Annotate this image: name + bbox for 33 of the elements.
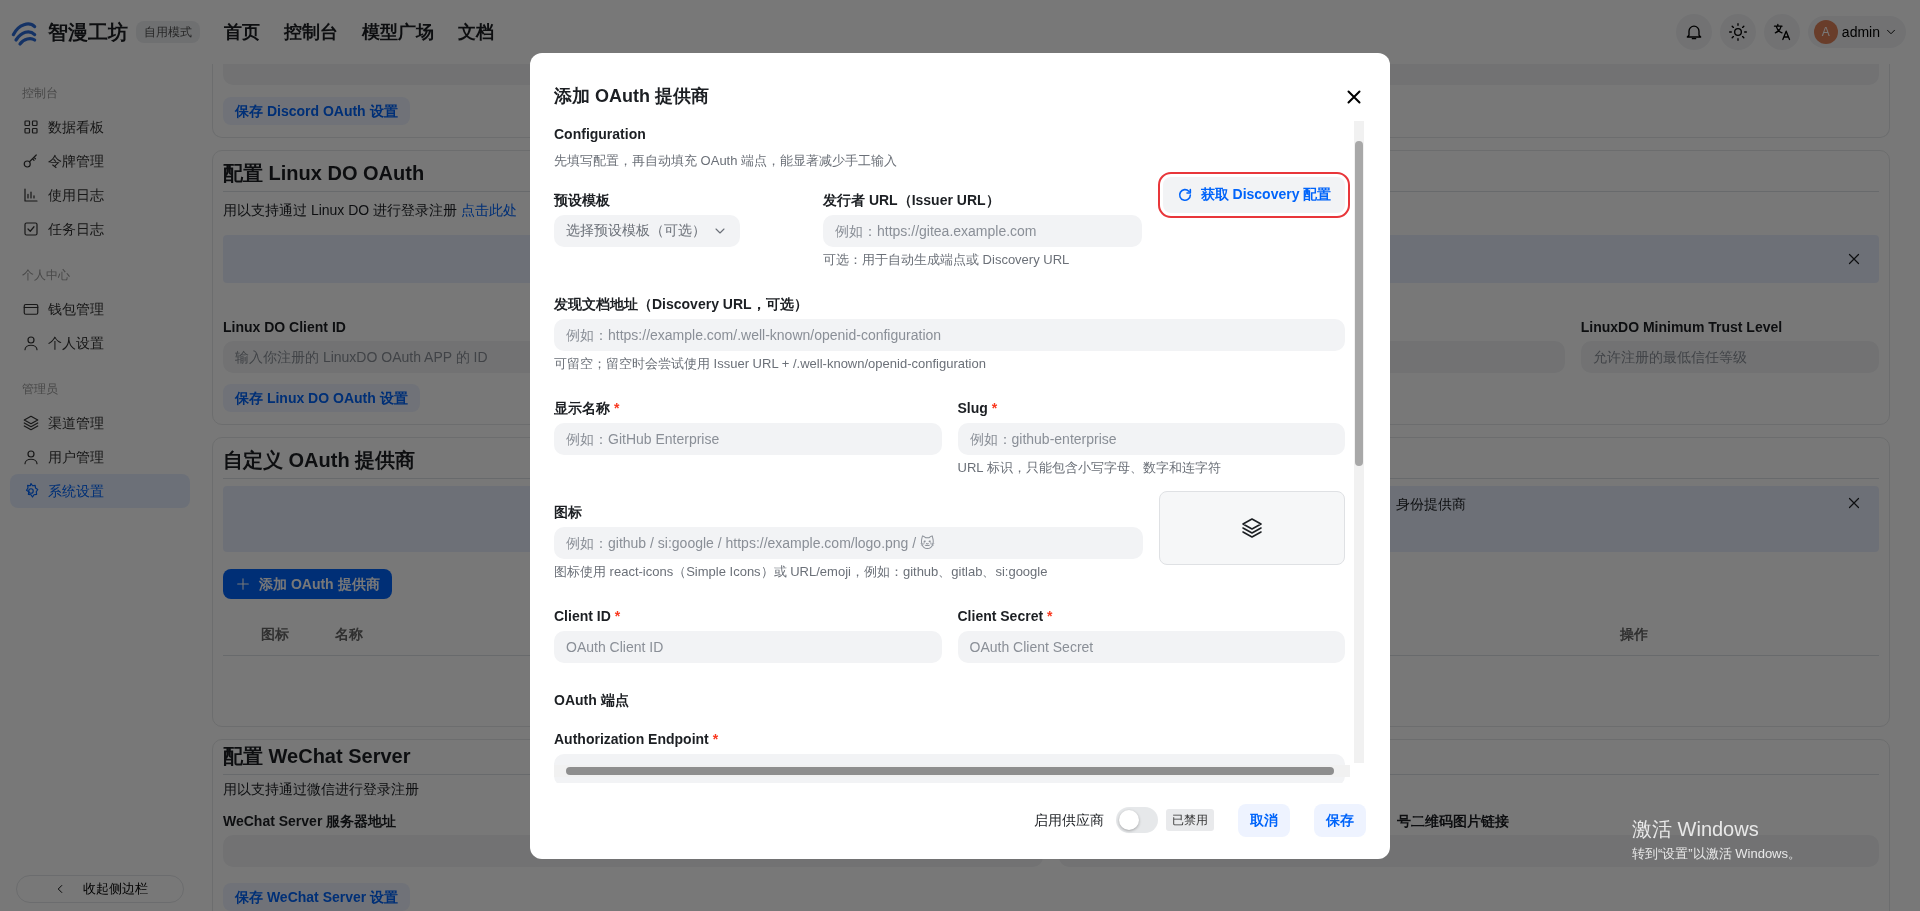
section-title: OAuth 端点 [554, 690, 630, 710]
card-description: 用以支持通过微信进行登录注册 [223, 781, 419, 797]
field-label: LinuxDO Minimum Trust Level [1580, 319, 1783, 335]
field-label: 号二维码图片链接 [1397, 813, 1509, 829]
field-label: Client Secret * [957, 606, 1054, 626]
brand-name: 智漫工坊 [48, 20, 128, 45]
field-label: Linux DO Client ID [223, 319, 346, 335]
column-header: 操作 [1620, 626, 1648, 642]
status-badge: 已禁用 [1166, 809, 1214, 831]
field-label: Slug * [957, 398, 999, 418]
avatar: A [1813, 20, 1838, 44]
toggle-label: 启用供应商 [1034, 810, 1104, 830]
field-label: WeChat Server 服务器地址 [223, 813, 397, 829]
field-hint: 可选：用于自动生成端点或 Discovery URL [823, 250, 1071, 269]
banner-text: 身份提供商 [1396, 495, 1466, 514]
card-description: 用以支持通过 Linux DO 进行登录注册 点击此处 [223, 202, 518, 218]
field-hint: URL 标识，只能包含小写字母、数字和连字符 [957, 458, 1222, 477]
user-name: admin [1841, 22, 1880, 42]
field-hint: 可留空；留空时会尝试使用 Issuer URL + /.well-known/openid-configuration [554, 354, 987, 373]
field-label: 预设模板 [554, 190, 611, 210]
section-title: Configuration [554, 124, 647, 144]
activation-notice-title: 激活 Windows [1632, 817, 1760, 842]
field-hint: 图标使用 react-icons（Simple Icons）或 URL/emoji，例如：github、gitlab、si:google [554, 562, 1049, 581]
field-label: 发现文档地址（Discovery URL，可选） [554, 294, 809, 314]
column-header: 名称 [335, 626, 363, 642]
field-label: 显示名称 * [554, 398, 621, 418]
column-header: 图标 [261, 626, 289, 642]
dialog-title: 添加 OAuth 提供商 [554, 85, 709, 108]
activation-notice-text: 转到“设置”以激活 Windows。 [1632, 845, 1801, 863]
mode-badge: 自用模式 [136, 21, 200, 43]
field-label: 发行者 URL（Issuer URL） [823, 190, 1001, 210]
field-label: 图标 [554, 502, 583, 522]
field-label: Client ID * [554, 606, 622, 626]
